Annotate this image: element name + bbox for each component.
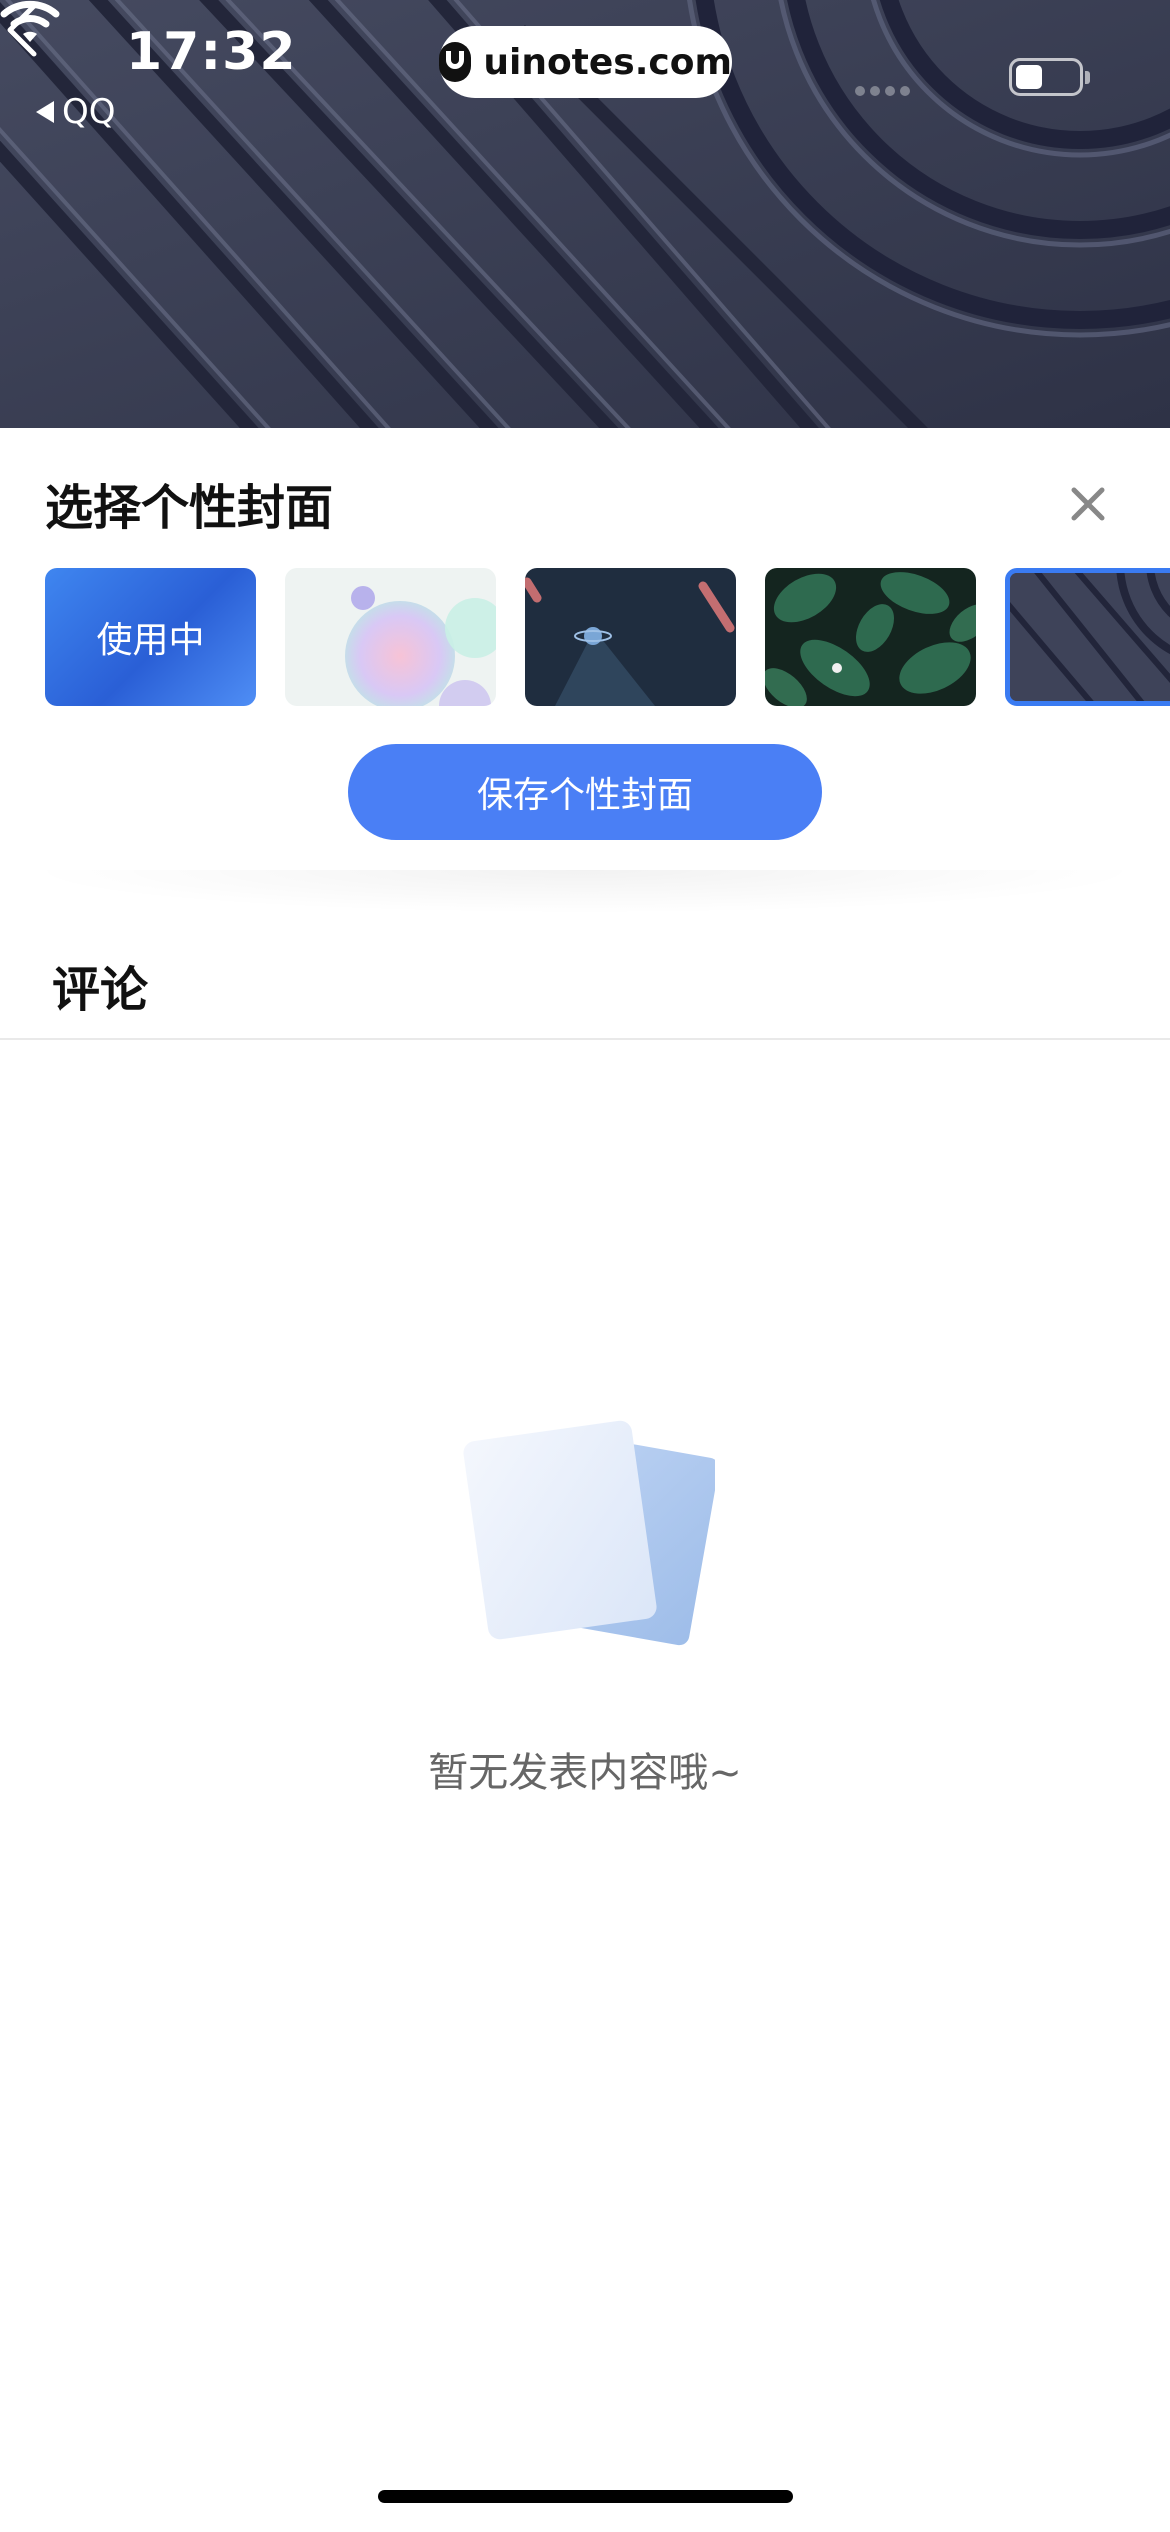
comments-divider [0,1038,1170,1040]
in-use-badge: 使用中 [96,620,205,661]
cover-thumbnail-leaves[interactable] [765,568,976,706]
green-leaves-image [765,572,976,706]
cover-thumbnail-stripes-selected[interactable] [1005,568,1170,706]
empty-documents-icon [463,1420,715,1646]
back-triangle-icon [36,101,54,123]
cover-picker-title: 选择个性封面 [45,480,334,536]
status-time: 17:32 [126,22,297,82]
cover-thumbnail-space[interactable] [525,568,736,706]
uinotes-logo-icon [439,42,472,82]
battery-level [1016,65,1043,89]
cover-banner: 17:32 QQ uinotes.com [0,0,1170,428]
pastel-bubbles-image [345,586,496,706]
url-pill: uinotes.com [439,26,732,98]
url-text: uinotes.com [483,41,732,83]
comments-title: 评论 [52,962,149,1018]
cover-thumbnail-in-use[interactable]: 使用中 [45,568,256,706]
save-cover-button[interactable]: 保存个性封面 [348,744,822,840]
close-icon[interactable] [1068,484,1108,524]
back-to-app-link[interactable]: QQ [36,92,116,132]
battery-icon [1009,58,1090,96]
empty-state-text: 暂无发表内容哦~ [428,1750,742,1796]
section-shadow [20,870,1150,914]
cellular-signal-icon [855,86,910,96]
back-app-label: QQ [62,92,116,132]
space-planet-image [525,577,735,706]
home-indicator[interactable] [378,2490,793,2503]
back-chevron-left-icon[interactable] [0,0,50,60]
dark-stripes-image [1010,573,1170,701]
cover-thumbnail-pastel[interactable] [285,568,496,706]
